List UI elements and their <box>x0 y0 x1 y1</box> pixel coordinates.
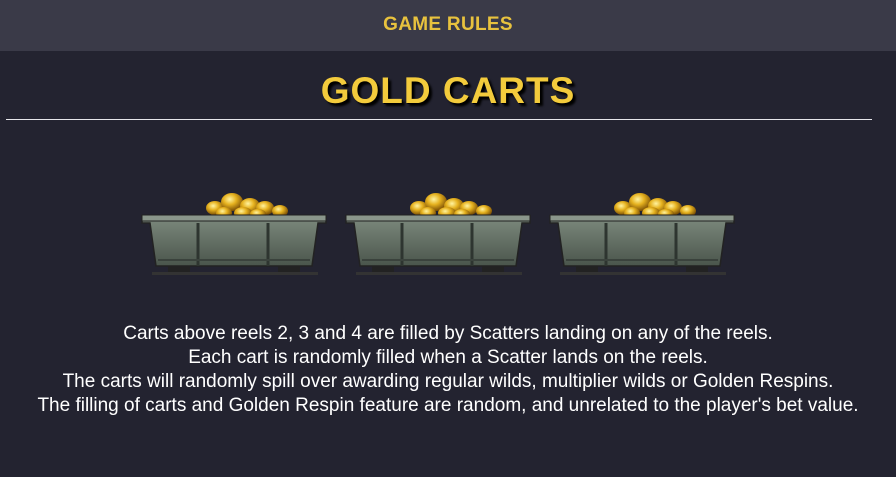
title-divider <box>6 119 872 120</box>
header-bar: GAME RULES <box>0 0 896 51</box>
gold-cart-icon <box>549 193 735 275</box>
header-title: GAME RULES <box>383 13 513 35</box>
section-title: GOLD CARTS <box>320 70 576 111</box>
rules-line: The carts will randomly spill over award… <box>62 371 834 392</box>
gold-cart-icon <box>345 193 531 275</box>
gold-cart-icon <box>141 193 327 275</box>
rules-line: Each cart is randomly filled when a Scat… <box>188 347 708 368</box>
rules-line: The filling of carts and Golden Respin f… <box>37 395 859 416</box>
rules-line: Carts above reels 2, 3 and 4 are filled … <box>123 323 773 344</box>
rules-description: Carts above reels 2, 3 and 4 are filled … <box>30 322 866 418</box>
carts-row <box>0 186 896 286</box>
